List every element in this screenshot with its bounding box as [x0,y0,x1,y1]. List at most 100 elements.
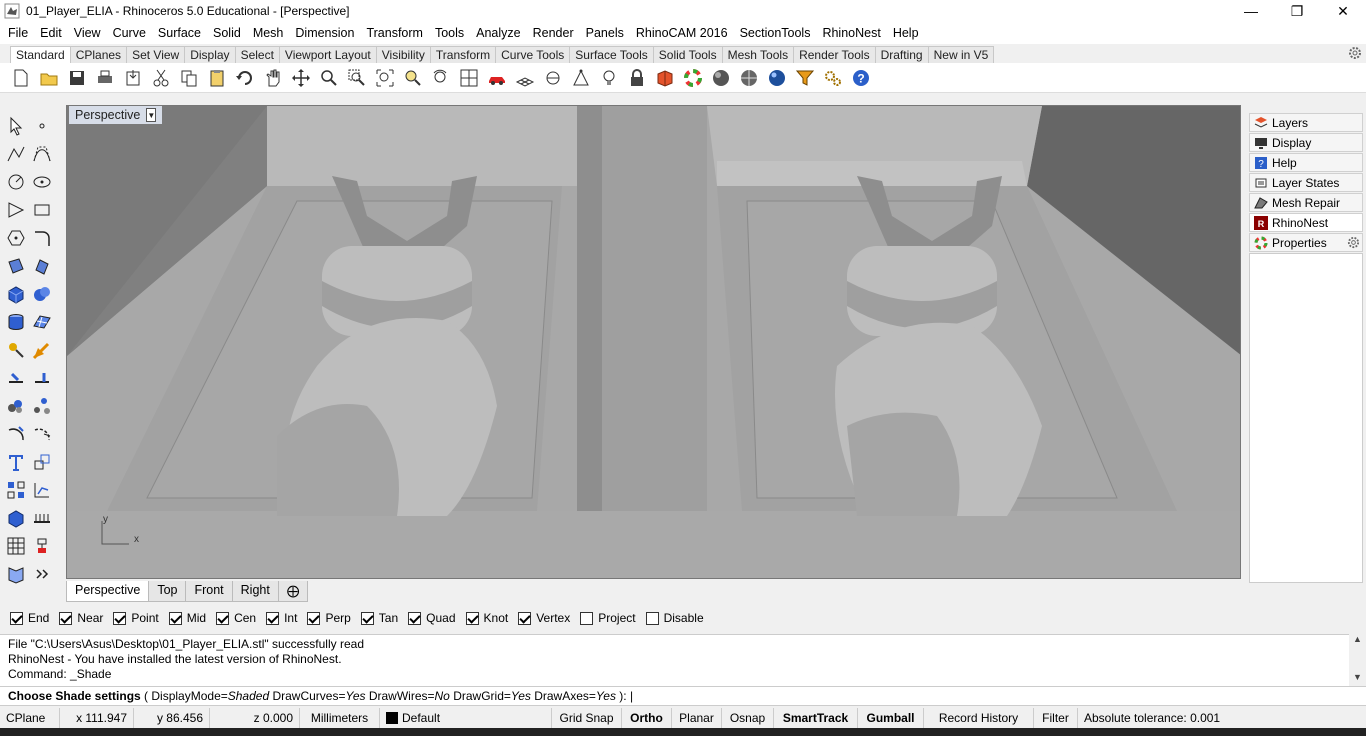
grid-icon[interactable] [512,65,538,91]
menu-dimension[interactable]: Dimension [289,26,360,40]
osnap-knot[interactable]: Knot [465,611,508,625]
shaded-sphere-icon[interactable] [708,65,734,91]
tab-set-view[interactable]: Set View [126,46,186,63]
osnap-checkbox[interactable] [113,611,127,625]
dimension-arrow-icon[interactable] [30,338,54,362]
perspective-viewport[interactable]: Perspective ▼ y x [66,105,1241,579]
panel-tab-display[interactable]: Display [1249,133,1363,152]
osnap-checkbox[interactable] [518,611,532,625]
gear-icon[interactable] [1348,46,1362,60]
open-folder-icon[interactable] [36,65,62,91]
menu-tools[interactable]: Tools [429,26,470,40]
osnap-tan[interactable]: Tan [360,611,398,625]
viewport-menu-dropdown-icon[interactable]: ▼ [146,108,157,122]
polyline-icon[interactable] [4,142,28,166]
analyze-icon[interactable] [30,478,54,502]
status-osnap[interactable]: Osnap [722,708,774,728]
zoom-extents-icon[interactable] [372,65,398,91]
zoom-selected-icon[interactable] [400,65,426,91]
render-tools-icon[interactable] [4,338,28,362]
status-record-history[interactable]: Record History [924,708,1034,728]
osnap-quad[interactable]: Quad [408,611,456,625]
osnap-end[interactable]: End [10,611,49,625]
option-drawaxes[interactable]: DrawAxes=Yes [531,689,616,703]
surface-corner-icon[interactable] [4,254,28,278]
light-bulb-icon[interactable] [596,65,622,91]
tab-display[interactable]: Display [184,46,236,63]
menu-rhinocam[interactable]: RhinoCAM 2016 [630,26,734,40]
mirror-icon[interactable] [30,366,54,390]
restore-button[interactable]: ❐ [1274,0,1320,22]
panel-tab-properties[interactable]: Properties [1249,233,1363,252]
color-wheel-icon[interactable] [680,65,706,91]
text-icon[interactable] [4,450,28,474]
cut-icon[interactable] [148,65,174,91]
rendered-sphere-icon[interactable] [736,65,762,91]
group-icon[interactable] [4,394,28,418]
osnap-checkbox[interactable] [59,611,73,625]
tab-perspective[interactable]: Perspective [66,581,150,602]
split-icon[interactable] [30,422,54,446]
menu-panels[interactable]: Panels [580,26,630,40]
tab-render-tools[interactable]: Render Tools [793,46,876,63]
osnap-checkbox[interactable] [307,611,321,625]
pan-hand-icon[interactable] [260,65,286,91]
status-ortho[interactable]: Ortho [622,708,672,728]
ungroup-icon[interactable] [30,394,54,418]
tab-new-in-v5[interactable]: New in V5 [927,46,995,63]
new-file-icon[interactable] [8,65,34,91]
osnap-cen[interactable]: Cen [216,611,256,625]
tab-top[interactable]: Top [148,581,187,602]
fillet-curve-icon[interactable] [30,226,54,250]
undo-icon[interactable] [232,65,258,91]
osnap-disable[interactable]: Disable [645,611,704,625]
osnap-perp[interactable]: Perp [307,611,351,625]
four-viewports-icon[interactable] [456,65,482,91]
panel-tab-help[interactable]: ? Help [1249,153,1363,172]
status-units[interactable]: Millimeters [300,708,380,728]
menu-solid[interactable]: Solid [207,26,247,40]
lock-icon[interactable] [624,65,650,91]
mesh-plane-icon[interactable] [30,310,54,334]
material-sphere-icon[interactable] [764,65,790,91]
option-drawcurves[interactable]: DrawCurves=Yes [269,689,365,703]
scroll-up-icon[interactable]: ▲ [1349,634,1366,644]
paste-icon[interactable] [204,65,230,91]
tab-visibility[interactable]: Visibility [375,46,431,63]
tab-cplanes[interactable]: CPlanes [69,46,128,63]
close-button[interactable]: ✕ [1320,0,1366,22]
circle-icon[interactable] [4,170,28,194]
osnap-checkbox[interactable] [465,611,479,625]
status-filter[interactable]: Filter [1034,708,1078,728]
panel-gear-icon[interactable] [1347,236,1360,249]
solid-edit-icon[interactable] [4,506,28,530]
osnap-project[interactable]: Project [580,611,636,625]
box-solid-icon[interactable] [4,282,28,306]
menu-render[interactable]: Render [527,26,580,40]
move-icon[interactable] [4,366,28,390]
array-icon[interactable] [4,478,28,502]
options-gears-icon[interactable] [820,65,846,91]
add-viewport-plus-icon[interactable]: ⨁ [277,581,309,602]
tab-viewport-layout[interactable]: Viewport Layout [278,46,377,63]
panel-tab-mesh-repair[interactable]: Mesh Repair [1249,193,1363,212]
command-prompt[interactable]: Choose Shade settings ( DisplayMode=Shad… [0,686,1366,706]
zoom-window-icon[interactable] [344,65,370,91]
tab-standard[interactable]: Standard [10,46,71,63]
rectangle-icon[interactable] [30,198,54,222]
osnap-near[interactable]: Near [59,611,103,625]
help-icon[interactable]: ? [848,65,874,91]
status-layer[interactable]: Default [380,708,552,728]
boolean-union-icon[interactable] [30,282,54,306]
osnap-checkbox[interactable] [360,611,374,625]
tab-transform[interactable]: Transform [429,46,497,63]
osnap-checkbox[interactable] [168,611,182,625]
viewport-title[interactable]: Perspective ▼ [69,106,163,124]
menu-surface[interactable]: Surface [152,26,207,40]
option-displaymode[interactable]: DisplayMode=Shaded [151,689,269,703]
scroll-down-icon[interactable]: ▼ [1349,672,1366,682]
extrude-surface-icon[interactable] [30,254,54,278]
tab-right[interactable]: Right [231,581,279,602]
osnap-int[interactable]: Int [266,611,297,625]
import-icon[interactable] [120,65,146,91]
